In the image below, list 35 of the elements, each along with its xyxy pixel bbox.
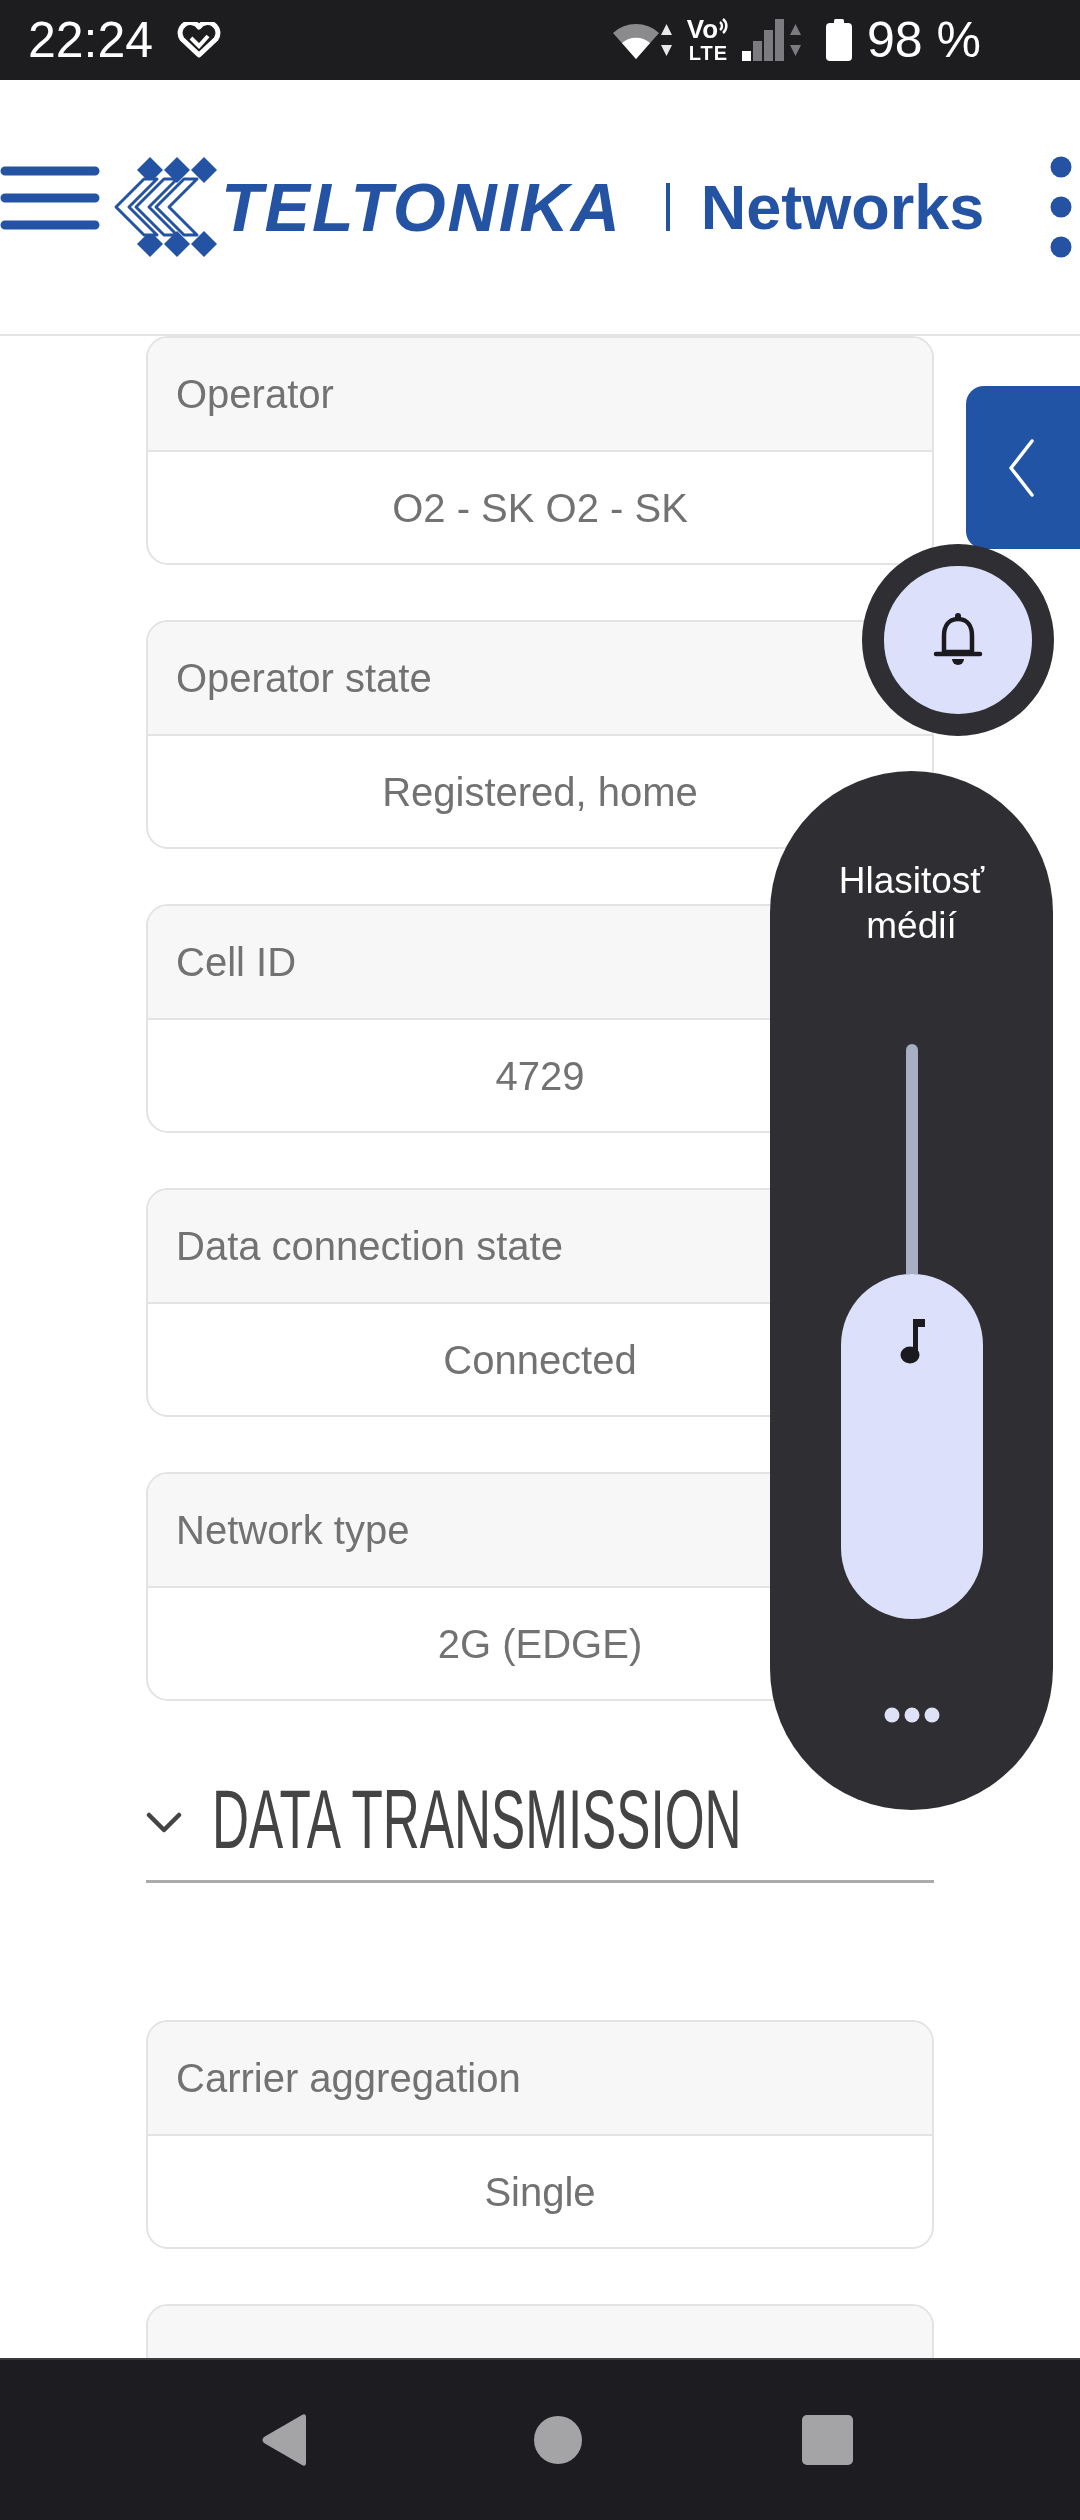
bell-icon <box>931 612 985 668</box>
wifi-icon <box>611 21 660 59</box>
field-value: Connected <box>443 1336 637 1384</box>
heart-icon <box>177 22 222 58</box>
brand-name: TELTONIKA <box>221 173 622 241</box>
field-label: Data connection state <box>176 1223 563 1270</box>
back-icon[interactable] <box>260 2413 308 2467</box>
battery-percent: 98 % <box>867 15 981 65</box>
field-value: 4729 <box>495 1052 585 1100</box>
field-value: 2G (EDGE) <box>437 1620 643 1668</box>
field-value: O2 - SK O2 - SK <box>392 484 688 532</box>
call-waves-icon <box>718 16 731 36</box>
chevron-left-icon <box>1008 438 1034 497</box>
activity-arrows-icon <box>659 22 673 58</box>
more-options-icon[interactable] <box>1050 156 1072 258</box>
menu-icon[interactable] <box>0 166 100 230</box>
field-label: Carrier aggregation <box>176 2055 521 2102</box>
volume-slider[interactable] <box>840 1044 983 1619</box>
music-note-icon <box>899 1318 926 1364</box>
volte-label: Vo <box>686 16 719 42</box>
field-value: Registered, home <box>382 768 698 816</box>
more-icon[interactable] <box>883 1707 940 1723</box>
home-icon[interactable] <box>534 2416 582 2464</box>
battery-icon <box>826 19 853 61</box>
status-time: 22:24 <box>28 15 154 65</box>
volume-title: Hlasitosť médií <box>837 859 986 948</box>
product-name: Networks <box>700 175 985 239</box>
field-label: Network type <box>176 1507 410 1554</box>
activity-arrows-icon <box>789 22 803 58</box>
signal-icon <box>742 19 786 61</box>
field-label: Operator state <box>176 655 432 702</box>
lte-label: LTE <box>688 42 729 64</box>
field-label: Cell ID <box>176 939 297 986</box>
field-value: Single <box>484 2168 596 2216</box>
field-label: Operator <box>176 371 334 418</box>
